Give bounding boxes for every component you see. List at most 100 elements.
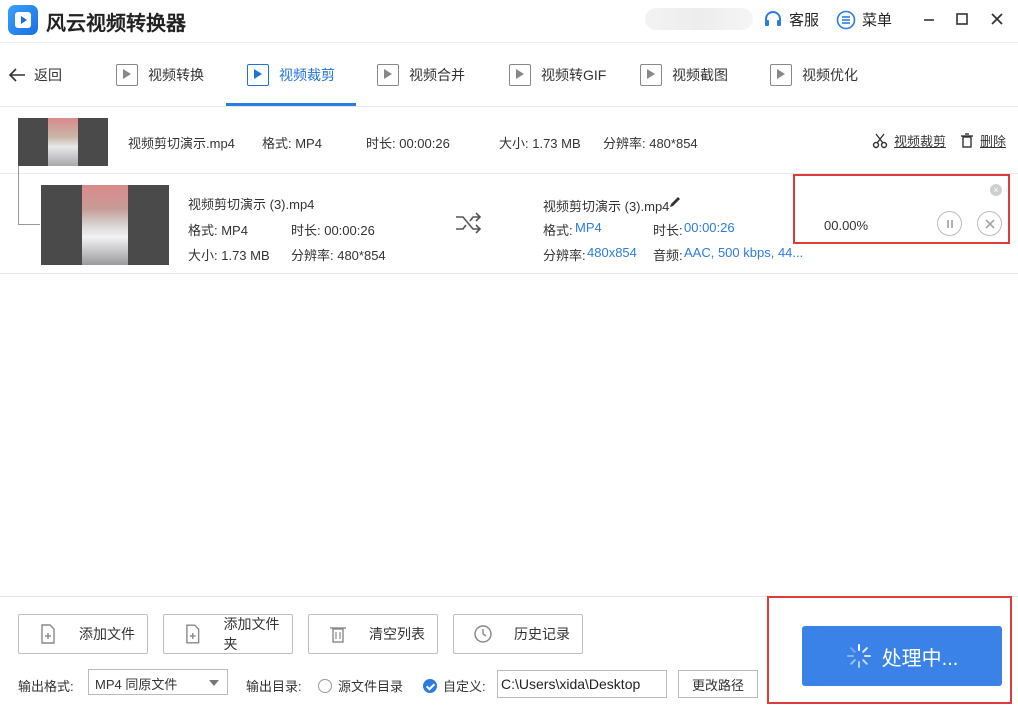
input-file-name: 视频剪切演示 (3).mp4 xyxy=(188,197,315,212)
remove-task-icon[interactable]: × xyxy=(990,184,1002,196)
delete-label: 删除 xyxy=(980,134,1007,149)
clip-video-label: 视频裁剪 xyxy=(894,134,947,149)
output-file-name: 视频剪切演示 (3).mp4 xyxy=(543,199,670,214)
source-resolution: 分辨率: 480*854 xyxy=(603,136,698,151)
processing-button[interactable]: 处理中... xyxy=(802,626,1002,686)
screenshot-icon xyxy=(640,64,662,86)
minimize-button[interactable] xyxy=(918,8,940,30)
source-format: 格式: MP4 xyxy=(262,136,322,151)
source-file-name: 视频剪切演示.mp4 xyxy=(128,136,235,151)
close-button[interactable] xyxy=(986,8,1008,30)
tab-label: 视频优化 xyxy=(802,67,858,83)
app-title: 风云视频转换器 xyxy=(46,13,186,35)
tab-video-gif[interactable]: 视频转GIF xyxy=(509,61,606,89)
tab-video-optimize[interactable]: 视频优化 xyxy=(770,61,858,89)
menu-button[interactable]: 菜单 xyxy=(836,9,892,30)
convert-arrow-icon xyxy=(456,212,482,234)
progress-highlight-box: 00.00% xyxy=(793,174,1010,244)
menu-label: 菜单 xyxy=(862,12,893,29)
app-window: 风云视频转换器 客服 菜单 返回 视频转换 视频裁剪 视频合并 视频转GIF 视… xyxy=(0,0,1018,710)
spinner-icon xyxy=(846,644,871,668)
arrow-left-icon xyxy=(8,68,25,82)
source-size: 大小: 1.73 MB xyxy=(499,136,581,151)
add-folder-label: 添加文件夹 xyxy=(223,616,280,652)
pause-icon xyxy=(946,219,953,228)
video-merge-icon xyxy=(377,64,399,86)
pause-button[interactable] xyxy=(937,211,962,236)
delete-link[interactable]: 删除 xyxy=(960,131,1006,150)
title-bar: 风云视频转换器 客服 菜单 xyxy=(0,0,1018,40)
radio-unchecked-icon xyxy=(318,678,332,693)
customer-service-button[interactable]: 客服 xyxy=(763,9,819,30)
clip-video-link[interactable]: 视频裁剪 xyxy=(872,131,946,150)
active-tab-indicator xyxy=(226,103,356,106)
output-path-field[interactable]: C:\Users\xida\Desktop xyxy=(497,670,667,698)
edit-pencil-icon[interactable] xyxy=(668,195,682,209)
customer-service-label: 客服 xyxy=(789,12,820,29)
clock-icon xyxy=(474,625,492,643)
clear-list-button[interactable]: 清空列表 xyxy=(308,614,438,654)
output-format-value: MP4 同原文件 xyxy=(95,677,178,692)
tab-label: 视频截图 xyxy=(672,67,728,83)
tab-video-screenshot[interactable]: 视频截图 xyxy=(640,61,728,89)
output-resolution-value[interactable]: 480x854 xyxy=(587,245,637,260)
source-dir-radio[interactable]: 源文件目录 xyxy=(318,676,403,695)
custom-dir-radio[interactable]: 自定义: xyxy=(423,676,486,695)
minimize-icon xyxy=(924,19,934,21)
source-file-row: 视频剪切演示.mp4 格式: MP4 时长: 00:00:26 大小: 1.73… xyxy=(0,108,1018,174)
source-duration: 时长: 00:00:26 xyxy=(366,136,450,151)
add-folder-button[interactable]: 添加文件夹 xyxy=(163,614,293,654)
source-dir-label: 源文件目录 xyxy=(338,679,404,694)
output-audio-value[interactable]: AAC, 500 kbps, 44... xyxy=(684,245,803,260)
output-format-value[interactable]: MP4 xyxy=(575,220,602,235)
input-resolution: 分辨率: 480*854 xyxy=(291,248,386,263)
tab-label: 视频合并 xyxy=(409,67,465,83)
output-audio-label: 音频: xyxy=(653,248,683,263)
output-duration-label: 时长: xyxy=(653,223,683,238)
headset-icon xyxy=(765,10,781,26)
add-file-button[interactable]: 添加文件 xyxy=(18,614,148,654)
tool-tabs-bar: 返回 视频转换 视频裁剪 视频合并 视频转GIF 视频截图 视频优化 xyxy=(0,42,1018,107)
back-button[interactable]: 返回 xyxy=(8,65,62,85)
add-file-icon xyxy=(41,624,55,644)
output-task-row: 视频剪切演示 (3).mp4 格式: MP4 时长: 00:00:26 大小: … xyxy=(0,174,1018,274)
output-duration-value[interactable]: 00:00:26 xyxy=(684,220,735,235)
output-video-thumbnail xyxy=(41,185,169,265)
video-crop-icon xyxy=(247,64,269,86)
trash-icon xyxy=(330,627,346,643)
tab-label: 视频转GIF xyxy=(541,67,607,83)
tab-video-convert[interactable]: 视频转换 xyxy=(116,61,204,89)
tab-video-merge[interactable]: 视频合并 xyxy=(377,61,465,89)
user-account-area[interactable] xyxy=(645,8,753,30)
gif-icon xyxy=(509,64,531,86)
output-format-label: 格式: xyxy=(543,223,573,238)
source-video-thumbnail xyxy=(18,118,108,166)
tab-label: 视频转换 xyxy=(148,67,204,83)
tab-label: 视频裁剪 xyxy=(279,67,335,83)
add-folder-icon xyxy=(186,624,200,644)
tab-video-crop[interactable]: 视频裁剪 xyxy=(247,61,335,89)
output-resolution-label: 分辨率: xyxy=(543,248,586,263)
history-button[interactable]: 历史记录 xyxy=(453,614,583,654)
clear-list-label: 清空列表 xyxy=(369,626,425,642)
optimize-icon xyxy=(770,64,792,86)
add-file-label: 添加文件 xyxy=(79,626,135,642)
progress-percent: 00.00% xyxy=(824,218,869,233)
cancel-task-button[interactable] xyxy=(977,211,1002,236)
input-duration: 时长: 00:00:26 xyxy=(291,223,375,238)
radio-checked-icon xyxy=(423,678,437,693)
maximize-icon xyxy=(956,13,968,25)
app-logo-icon xyxy=(8,5,38,35)
chevron-down-icon xyxy=(209,680,219,686)
change-path-button[interactable]: 更改路径 xyxy=(678,670,758,698)
output-format-label: 输出格式: xyxy=(18,679,74,694)
maximize-button[interactable] xyxy=(951,8,973,30)
processing-label: 处理中... xyxy=(881,647,959,670)
output-format-select[interactable]: MP4 同原文件 xyxy=(88,669,228,695)
history-label: 历史记录 xyxy=(514,626,570,642)
menu-icon xyxy=(836,10,856,29)
scissors-icon xyxy=(872,133,888,148)
back-label: 返回 xyxy=(34,67,62,83)
input-size: 大小: 1.73 MB xyxy=(188,248,270,263)
close-icon xyxy=(984,218,995,229)
